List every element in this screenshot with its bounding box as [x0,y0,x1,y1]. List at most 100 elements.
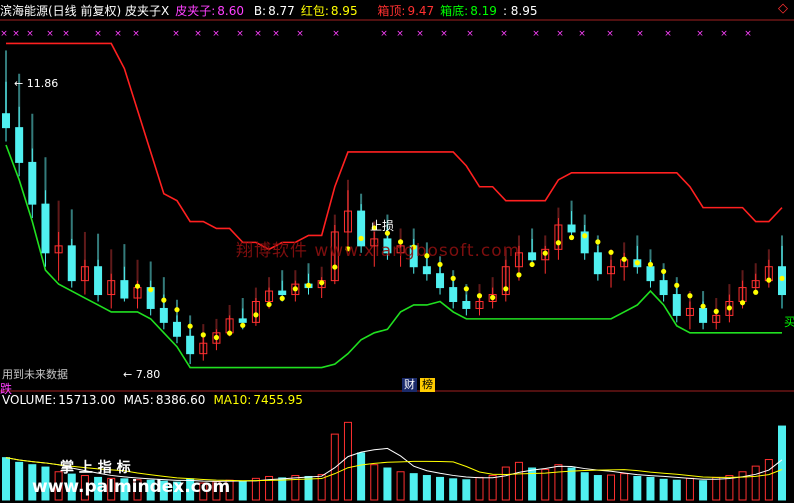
trend-dot [779,275,785,281]
trend-dot [134,283,141,289]
x-marker: × [194,29,202,39]
trend-dot [700,303,706,309]
volume-bar [409,473,418,501]
candle-body [172,321,181,337]
volume-bar [422,475,431,501]
trend-dot [161,297,167,303]
candle-body [699,307,708,323]
volume-bar [251,477,260,501]
trend-dot [437,261,443,268]
trend-dot [503,286,509,292]
trend-dot [213,334,220,341]
trend-dot [240,322,246,328]
ma5-value: 8386.60 [155,393,206,407]
trend-dot [253,312,259,318]
trend-dot [226,330,233,336]
cai-button[interactable]: 财 [402,378,417,392]
extra-value: : 8.95 [502,4,538,18]
volume-bar [475,476,484,501]
volume-bar [712,476,721,501]
x-marker: × [556,29,564,39]
volume-bar [343,421,352,501]
volume-bar [593,475,602,501]
candle-body [672,294,681,316]
volume-bar [567,467,576,501]
x-marker: × [46,29,54,39]
volume-bar [449,478,458,501]
diamond-icon[interactable]: ◇ [778,1,788,16]
trend-dot [516,272,522,278]
trend-dot [739,300,746,306]
candle-body [646,266,655,282]
candle-body [15,127,24,163]
candle-body [436,273,445,289]
volume-bar [304,475,313,501]
candle-body [278,290,287,296]
volume-bar [672,479,681,501]
candle-body [567,224,576,233]
volume-bar [580,472,589,501]
x-marker: × [0,29,8,39]
volume-bar [699,480,708,501]
volume-bar [659,478,668,501]
low-price-label: ← 7.80 [123,368,161,381]
b-label: B: [253,4,267,18]
trend-dot [582,233,588,239]
trend-dot [766,277,772,283]
x-marker: × [212,29,220,39]
bang-button[interactable]: 榜 [420,378,435,392]
low-price-value: 7.80 [135,368,161,381]
candle-body [422,266,431,275]
volume-bar [646,476,655,501]
candle-body [462,301,471,309]
candle-body [186,335,195,355]
x-marker: × [296,29,304,39]
high-price-label: ← 11.86 [14,77,59,90]
x-marker: × [132,29,140,39]
volume-bar [436,476,445,501]
candle-body [94,266,103,296]
x-marker: × [254,29,262,39]
x-marker: × [272,29,280,39]
x-marker: × [12,29,20,39]
volume-label: VOLUME: [2,393,57,407]
trend-dot [148,287,154,293]
candle-body [449,287,458,303]
chart-header: 滨海能源(日线 前复权) 皮夹子X 皮夹子: 8.60 B: 8.77 红包: 8.95 … [0,2,544,20]
trend-dot [674,282,680,288]
candle-body [593,252,602,275]
volume-bar [501,466,510,501]
volume-bar [15,461,24,501]
footer-url: www.palmindex.com [32,477,231,497]
b-value: 8.77 [268,4,295,18]
x-marker: × [236,29,244,39]
stock-title: 滨海能源(日线 前复权) 皮夹子X [0,4,170,18]
trend-dot [753,289,759,295]
volume-bar [357,452,366,501]
volume-bar [633,475,642,501]
x-marker: × [440,29,448,39]
trend-dot [555,240,562,246]
ma5-label: MA5: [123,393,154,407]
x-marker: × [720,29,728,39]
x-marker: × [744,29,752,39]
volume-bar [514,461,523,501]
x-marker: × [114,29,122,39]
trend-dot [621,256,627,262]
candle-body [67,245,76,282]
x-marker: × [396,29,404,39]
footer-title: 掌 上 指 标 [60,460,131,476]
pjz-value: 8.60 [217,4,244,18]
x-marker: × [606,29,614,39]
trend-dot [608,249,614,255]
trend-dot [463,286,469,292]
volume-bar [725,475,734,501]
trend-dot [529,261,535,268]
volume-bar [462,479,471,501]
trend-dot [726,305,732,311]
trend-dot [542,250,548,256]
x-marker: × [26,29,34,39]
x-marker: × [94,29,102,39]
volume-header: VOLUME: 15713.00 MA5: 8386.60 MA10: 7455.95 [2,393,311,407]
x-marker: × [500,29,508,39]
